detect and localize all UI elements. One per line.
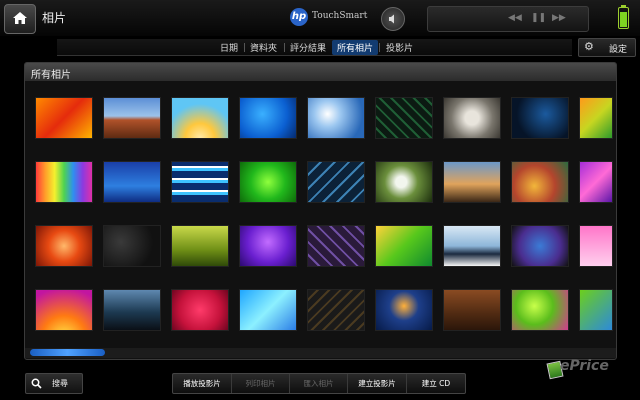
photo-thumbnail[interactable]: [103, 161, 161, 203]
volume-button[interactable]: [381, 7, 405, 31]
photo-thumbnail[interactable]: [239, 225, 297, 267]
app-title: 相片: [42, 11, 67, 25]
hp-logo: hp: [290, 8, 308, 26]
photo-thumbnail[interactable]: [239, 97, 297, 139]
photo-grid: [35, 97, 613, 337]
action-bar: 播放投影片 列印相片 匯入相片 建立投影片 建立 CD: [172, 373, 466, 394]
photo-thumbnail[interactable]: [375, 289, 433, 331]
photo-thumbnail[interactable]: [239, 161, 297, 203]
photo-thumbnail[interactable]: [35, 97, 93, 139]
play-slideshow-button[interactable]: 播放投影片: [173, 374, 232, 393]
tab-ratings[interactable]: 評分結果: [285, 40, 331, 55]
photo-thumbnail[interactable]: [511, 97, 569, 139]
photo-thumbnail[interactable]: [579, 161, 613, 203]
scroll-thumb[interactable]: [30, 349, 105, 356]
photo-thumbnail[interactable]: [443, 97, 501, 139]
photo-thumbnail[interactable]: [103, 225, 161, 267]
search-label: 搜尋: [52, 379, 68, 388]
volume-icon: [389, 14, 394, 24]
photo-thumbnail[interactable]: [443, 289, 501, 331]
photo-thumbnail[interactable]: [35, 289, 93, 331]
battery-icon: [618, 5, 629, 29]
photo-thumbnail[interactable]: [307, 225, 365, 267]
search-button[interactable]: 搜尋: [25, 373, 83, 394]
photo-thumbnail[interactable]: [171, 97, 229, 139]
photo-thumbnail[interactable]: [511, 289, 569, 331]
photo-thumbnail[interactable]: [579, 97, 613, 139]
photo-thumbnail[interactable]: [171, 161, 229, 203]
photo-thumbnail[interactable]: [375, 161, 433, 203]
photos-panel: 所有相片: [24, 62, 617, 360]
rewind-icon[interactable]: ◀◀: [508, 13, 522, 23]
tab-bar: 日期 資料夾 評分結果 所有相片 投影片: [57, 39, 572, 56]
tab-folders[interactable]: 資料夾: [245, 40, 282, 55]
create-cd-button[interactable]: 建立 CD: [407, 374, 465, 393]
home-button[interactable]: [4, 4, 36, 34]
brand-name: TouchSmart: [312, 11, 368, 21]
tab-slideshow[interactable]: 投影片: [381, 40, 418, 55]
media-controls: ◀◀ ❚❚ ▶▶: [427, 6, 589, 32]
photo-thumbnail[interactable]: [307, 161, 365, 203]
horizontal-scrollbar[interactable]: [25, 348, 616, 358]
photo-thumbnail[interactable]: [35, 161, 93, 203]
photo-thumbnail[interactable]: [35, 225, 93, 267]
photo-thumbnail[interactable]: [103, 97, 161, 139]
photo-thumbnail[interactable]: [443, 225, 501, 267]
tab-all-photos[interactable]: 所有相片: [332, 40, 379, 55]
panel-title: 所有相片: [31, 70, 71, 81]
photo-thumbnail[interactable]: [443, 161, 501, 203]
fast-forward-icon[interactable]: ▶▶: [552, 13, 566, 23]
settings-label: 設定: [609, 45, 628, 55]
tab-date[interactable]: 日期: [215, 40, 243, 55]
photo-thumbnail[interactable]: [103, 289, 161, 331]
print-photos-button[interactable]: 列印相片: [232, 374, 290, 393]
photo-thumbnail[interactable]: [239, 289, 297, 331]
create-slideshow-button[interactable]: 建立投影片: [348, 374, 407, 393]
top-bar: 相片 hp TouchSmart ◀◀ ❚❚ ▶▶: [0, 0, 640, 36]
photo-thumbnail[interactable]: [375, 225, 433, 267]
photo-thumbnail[interactable]: [511, 225, 569, 267]
photo-thumbnail[interactable]: [307, 97, 365, 139]
photo-thumbnail[interactable]: [171, 225, 229, 267]
settings-button[interactable]: ⚙ 設定: [578, 38, 636, 57]
photo-thumbnail[interactable]: [171, 289, 229, 331]
photo-thumbnail[interactable]: [579, 289, 613, 331]
watermark: ePrice: [560, 358, 609, 374]
panel-header: 所有相片: [25, 63, 616, 81]
search-icon: [31, 378, 42, 389]
gear-icon: ⚙: [584, 40, 594, 53]
photo-thumbnail[interactable]: [511, 161, 569, 203]
photo-thumbnail[interactable]: [307, 289, 365, 331]
photo-thumbnail[interactable]: [579, 225, 613, 267]
import-photos-button[interactable]: 匯入相片: [290, 374, 348, 393]
home-icon: [13, 12, 27, 24]
pause-icon[interactable]: ❚❚: [531, 13, 546, 23]
photo-thumbnail[interactable]: [375, 97, 433, 139]
